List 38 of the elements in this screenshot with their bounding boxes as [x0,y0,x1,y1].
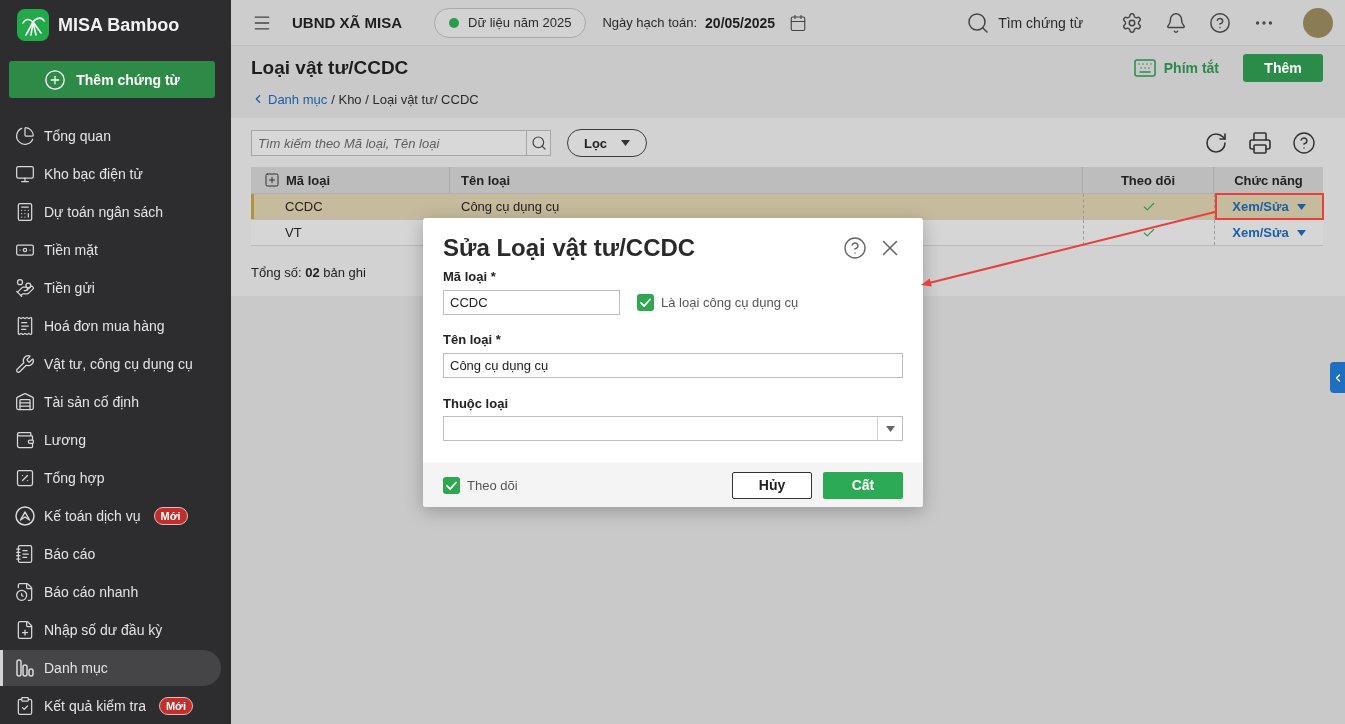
organization-name: UBND XÃ MISA [292,14,402,31]
new-badge: Mới [158,697,193,715]
sidebar-item-label: Vật tư, công cụ dụng cụ [44,356,193,372]
column-header: Tên loại [450,167,1083,193]
column-header: Mã loại [286,172,331,188]
checkbox-label: Là loại công cụ dụng cụ [661,295,799,310]
posting-date-label: Ngày hạch toán: [602,15,698,30]
page-title: Loại vật tư/CCDC [251,57,409,79]
table-cell-text: VT [284,224,303,242]
sidebar-item-label: Hoá đơn mua hàng [44,318,165,334]
table-cell-text: CCDC [284,198,324,216]
sidebar-item-label: Tổng quan [44,128,111,144]
sidebar-item-label: Nhập số dư đầu kỳ [44,622,163,638]
table-cell-text: Công cụ dụng cụ [460,198,561,216]
breadcrumb-trail: / Kho / Loại vật tư/ CCDC [331,91,479,107]
dialog-title: Sửa Loại vật tư/CCDC [443,234,696,262]
sidebar-item-label: Danh mục [44,660,108,676]
sidebar-item-label: Dự toán ngân sách [44,204,164,220]
field-label: Thuộc loại [443,395,509,413]
new-badge: Mới [153,507,188,525]
sidebar-item-label: Tài sản cố định [44,394,139,410]
sidebar-item-label: Báo cáo [44,546,96,562]
sidebar-item-label: Lương [44,432,86,448]
total-records: Tổng số: 02 bản ghi [251,264,366,280]
checkbox-label: Theo dõi [467,477,518,493]
sidebar-item-label: Tiền mặt [44,242,98,258]
sidebar-item-label: Kho bạc điện tử [44,166,143,182]
sidebar-item-label: Báo cáo nhanh [44,584,139,600]
field-label: Tên loại * [443,331,502,349]
sidebar-item-label: Kế toán dịch vụ [44,508,141,524]
column-header: Theo dõi [1083,167,1214,193]
sidebar-item-label: Tổng hợp [44,470,105,486]
field-label: Mã loại * [443,268,497,286]
posting-date: 20/05/2025 [705,14,776,31]
app-name: MISA Bamboo [58,14,180,36]
sidebar-item-label: Kết quả kiểm tra [44,698,146,714]
sidebar-item-label: Tiền gửi [44,280,95,296]
column-header: Chức năng [1233,171,1304,190]
